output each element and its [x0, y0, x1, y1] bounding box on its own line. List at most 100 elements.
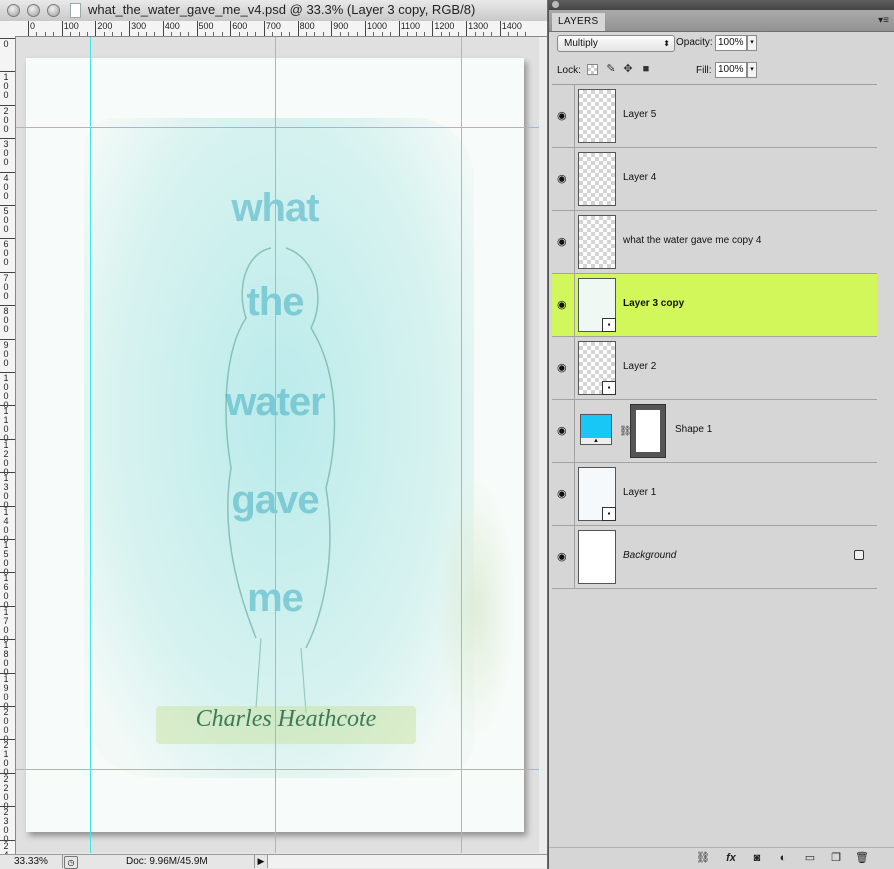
- layer-name[interactable]: Layer 1: [623, 487, 656, 498]
- visibility-toggle[interactable]: ◉: [552, 400, 575, 462]
- add-mask-icon[interactable]: ◙: [749, 851, 765, 865]
- lock-transparency-icon[interactable]: [587, 64, 598, 75]
- adjustment-layer-icon[interactable]: ◐: [775, 851, 791, 865]
- zoom-window-button[interactable]: [47, 4, 60, 17]
- ruler-tick: [61, 21, 63, 36]
- layer-name[interactable]: Layer 4: [623, 172, 656, 183]
- eye-icon: ◉: [557, 488, 567, 500]
- layer-thumbnail: ▪: [578, 467, 616, 521]
- artist-signature: Charles Heathcote: [156, 706, 416, 744]
- layer-row-selected[interactable]: ◉ ▪ Layer 3 copy: [552, 274, 877, 337]
- smart-object-icon: ▪: [602, 507, 616, 521]
- ruler-minor-tick: [381, 32, 383, 36]
- visibility-toggle[interactable]: ◉: [552, 526, 575, 588]
- visibility-toggle[interactable]: ◉: [552, 274, 575, 336]
- layer-name[interactable]: Shape 1: [675, 424, 712, 435]
- vertical-ruler[interactable]: 0 1 0 0 2 0 0 3 0 0 4 0 0 5 0 0 6 0 0 7 0 0 8 0 …: [0, 36, 16, 854]
- eye-icon: ◉: [557, 236, 567, 248]
- layer-row[interactable]: ◉ what the water gave me copy 4: [552, 211, 877, 274]
- link-layers-icon[interactable]: ⛓: [695, 851, 711, 865]
- ruler-minor-tick: [78, 32, 80, 36]
- status-menu-icon[interactable]: ◷: [64, 856, 78, 869]
- ruler-minor-tick: [36, 32, 38, 36]
- ruler-minor-tick: [86, 32, 88, 36]
- opacity-label: Opacity:: [676, 37, 713, 48]
- ruler-minor-tick: [457, 32, 459, 36]
- ruler-minor-tick: [314, 32, 316, 36]
- new-group-folder-icon[interactable]: ▭: [802, 851, 818, 865]
- ruler-label: 2 0 0: [3, 105, 9, 134]
- ruler-minor-tick: [390, 32, 392, 36]
- layer-thumbnail: [578, 215, 616, 269]
- ruler-origin[interactable]: [0, 21, 16, 37]
- layer-style-fx-icon[interactable]: fx: [723, 851, 739, 865]
- trash-icon[interactable]: 🗑: [854, 851, 870, 865]
- guide-vertical[interactable]: [275, 37, 276, 853]
- lock-position-move-icon[interactable]: ✥: [622, 63, 634, 75]
- lock-pixels-brush-icon[interactable]: ✎: [605, 63, 617, 75]
- layer-row[interactable]: ◉ Background: [552, 526, 877, 589]
- layer-name[interactable]: what the water gave me copy 4: [623, 235, 761, 246]
- fill-dropdown-icon[interactable]: ▾: [747, 62, 757, 78]
- layer-row[interactable]: ◉ ▪ Layer 2: [552, 337, 877, 400]
- fill-field[interactable]: 100%: [715, 62, 747, 78]
- visibility-toggle[interactable]: ◉: [552, 337, 575, 399]
- title-bar[interactable]: what_the_water_gave_me_v4.psd @ 33.3% (L…: [0, 0, 547, 22]
- ruler-minor-tick: [179, 32, 181, 36]
- panel-header[interactable]: [549, 0, 894, 10]
- ruler-label: 1300: [468, 21, 489, 31]
- blend-mode-select[interactable]: Multiply ⬍: [557, 35, 675, 52]
- ruler-label: 100: [63, 21, 79, 31]
- ruler-minor-tick: [289, 32, 291, 36]
- ruler-label: 200: [97, 21, 113, 31]
- guide-horizontal[interactable]: [16, 127, 547, 128]
- visibility-toggle[interactable]: ◉: [552, 211, 575, 273]
- zoom-level-field[interactable]: 33.33%: [2, 855, 63, 868]
- panel-menu-icon[interactable]: ▾≡: [878, 15, 889, 26]
- eye-icon: ◉: [557, 362, 567, 374]
- visibility-toggle[interactable]: ◉: [552, 148, 575, 210]
- layer-row[interactable]: ◉ Layer 4: [552, 148, 877, 211]
- visibility-toggle[interactable]: ◉: [552, 463, 575, 525]
- blend-mode-value: Multiply: [564, 38, 598, 49]
- panel-close-icon[interactable]: [552, 1, 559, 8]
- layer-row[interactable]: ◉ ▲ ⛓ Shape 1: [552, 400, 877, 463]
- vertical-scrollbar[interactable]: [539, 37, 547, 853]
- opacity-field[interactable]: 100%: [715, 35, 747, 51]
- shape-fill-thumbnail[interactable]: [580, 414, 612, 440]
- layer-thumbnail: ▪: [578, 341, 616, 395]
- lock-all-icon[interactable]: ■: [640, 63, 652, 75]
- ruler-minor-tick: [525, 32, 527, 36]
- new-layer-icon[interactable]: ❐: [828, 851, 844, 865]
- close-window-button[interactable]: [7, 4, 20, 17]
- layer-name[interactable]: Layer 3 copy: [623, 298, 684, 309]
- document-proxy-icon[interactable]: [70, 3, 81, 18]
- ruler-minor-tick: [70, 32, 72, 36]
- ruler-tick: [263, 21, 265, 36]
- layer-row[interactable]: ◉ Layer 5: [552, 85, 877, 148]
- opacity-dropdown-icon[interactable]: ▾: [747, 35, 757, 51]
- layer-row[interactable]: ◉ ▪ Layer 1: [552, 463, 877, 526]
- minimize-window-button[interactable]: [27, 4, 40, 17]
- horizontal-scrollbar[interactable]: [268, 855, 547, 868]
- ruler-minor-tick: [356, 32, 358, 36]
- tab-layers[interactable]: LAYERS: [552, 13, 605, 31]
- layer-name[interactable]: Background: [623, 550, 676, 561]
- horizontal-ruler[interactable]: 0 100 200 300 400 500 600 700 800 900 1000 1100 1200…: [15, 21, 547, 37]
- updown-arrows-icon: ⬍: [663, 39, 670, 48]
- status-arrow-icon[interactable]: ▶: [254, 855, 268, 868]
- ruler-minor-tick: [145, 32, 147, 36]
- panel-footer: ⛓ fx ◙ ◐ ▭ ❐ 🗑: [549, 847, 894, 869]
- ruler-minor-tick: [280, 32, 282, 36]
- canvas-area[interactable]: what the water gave me Charles Heathcote: [16, 37, 547, 853]
- guide-horizontal[interactable]: [16, 769, 547, 770]
- eye-icon: ◉: [557, 173, 567, 185]
- guide-vertical[interactable]: [90, 37, 91, 853]
- layer-thumbnail: [578, 152, 616, 206]
- vector-mask-thumbnail[interactable]: [630, 404, 666, 458]
- guide-vertical[interactable]: [461, 37, 462, 853]
- layer-name[interactable]: Layer 2: [623, 361, 656, 372]
- ruler-minor-tick: [137, 32, 139, 36]
- layer-name[interactable]: Layer 5: [623, 109, 656, 120]
- visibility-toggle[interactable]: ◉: [552, 85, 575, 147]
